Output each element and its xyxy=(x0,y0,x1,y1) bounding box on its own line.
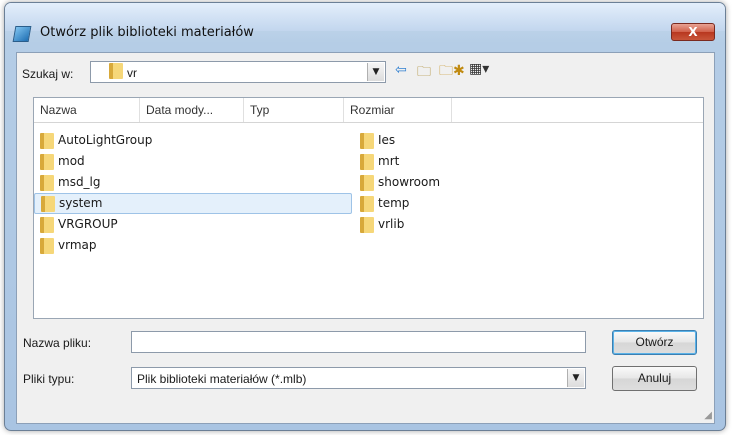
folder-icon xyxy=(40,216,54,233)
new-folder-icon[interactable]: 🗀✱ xyxy=(439,60,465,84)
folder-icon xyxy=(40,174,54,191)
list-header: Nazwa Data mody... Typ Rozmiar xyxy=(34,98,703,123)
list-item-label: temp xyxy=(378,196,410,210)
list-item-label: mrt xyxy=(378,154,400,168)
list-item-selected[interactable]: system xyxy=(34,193,352,214)
view-menu-icon[interactable]: ▦▾ xyxy=(469,61,489,77)
list-item[interactable]: VRGROUP xyxy=(34,214,234,235)
window-title: Otwórz plik biblioteki materiałów xyxy=(40,25,254,40)
folder-icon xyxy=(41,195,55,212)
look-in-value: vr xyxy=(127,66,137,80)
list-item[interactable]: msd_lg xyxy=(34,172,234,193)
list-item-label: mod xyxy=(58,154,85,168)
list-item-label: vrmap xyxy=(58,238,97,252)
filename-label: Nazwa pliku: xyxy=(23,336,92,350)
back-arrow-icon[interactable]: ⇦ xyxy=(395,62,407,78)
list-item[interactable]: AutoLightGroup xyxy=(34,130,234,151)
chevron-down-icon[interactable]: ▼ xyxy=(567,369,584,387)
up-folder-icon[interactable]: 🗀 xyxy=(417,61,431,85)
look-in-combo[interactable]: vr ▼ xyxy=(90,61,386,83)
folder-icon xyxy=(360,174,374,191)
folder-icon xyxy=(109,63,127,79)
file-list[interactable]: Nazwa Data mody... Typ Rozmiar AutoLight… xyxy=(33,97,704,319)
list-item-label: msd_lg xyxy=(58,175,101,189)
list-item-label: VRGROUP xyxy=(58,217,118,231)
column-header-date[interactable]: Data mody... xyxy=(140,98,244,122)
list-item-label: showroom xyxy=(378,175,441,189)
list-item-label: Ies xyxy=(378,133,396,147)
column-header-name[interactable]: Nazwa xyxy=(34,98,140,122)
dialog-client-area: Szukaj w: vr ▼ ⇦ 🗀 🗀✱ ▦▾ Nazwa Data mody… xyxy=(16,52,715,424)
resize-grip-icon[interactable]: ◢ xyxy=(704,410,712,421)
list-item-label: AutoLightGroup xyxy=(58,133,153,147)
column-header-size[interactable]: Rozmiar xyxy=(344,98,452,122)
folder-icon xyxy=(40,237,54,254)
list-item[interactable]: Ies xyxy=(354,130,554,151)
column-header-type[interactable]: Typ xyxy=(244,98,344,122)
list-item[interactable]: vrlib xyxy=(354,214,554,235)
cancel-button[interactable]: Anuluj xyxy=(612,366,697,391)
filename-input[interactable] xyxy=(131,331,586,353)
app-icon xyxy=(12,26,32,42)
folder-icon xyxy=(40,132,54,149)
list-item[interactable]: mod xyxy=(34,151,234,172)
close-button[interactable]: X xyxy=(671,23,715,41)
open-button[interactable]: Otwórz xyxy=(612,330,697,355)
look-in-label: Szukaj w: xyxy=(22,67,74,81)
folder-icon xyxy=(360,195,374,212)
filetype-value: Plik biblioteki materiałów (*.mlb) xyxy=(137,372,307,386)
list-item[interactable]: mrt xyxy=(354,151,554,172)
chevron-down-icon[interactable]: ▼ xyxy=(367,63,384,81)
filetype-label: Pliki typu: xyxy=(23,372,75,386)
list-item[interactable]: showroom xyxy=(354,172,554,193)
list-item[interactable]: vrmap xyxy=(34,235,234,256)
folder-icon xyxy=(40,153,54,170)
folder-icon xyxy=(360,216,374,233)
filetype-select[interactable]: Plik biblioteki materiałów (*.mlb) ▼ xyxy=(131,367,586,389)
list-item[interactable]: temp xyxy=(354,193,554,214)
list-item-label: system xyxy=(59,196,103,210)
list-item-label: vrlib xyxy=(378,217,405,231)
folder-icon xyxy=(360,132,374,149)
folder-icon xyxy=(360,153,374,170)
